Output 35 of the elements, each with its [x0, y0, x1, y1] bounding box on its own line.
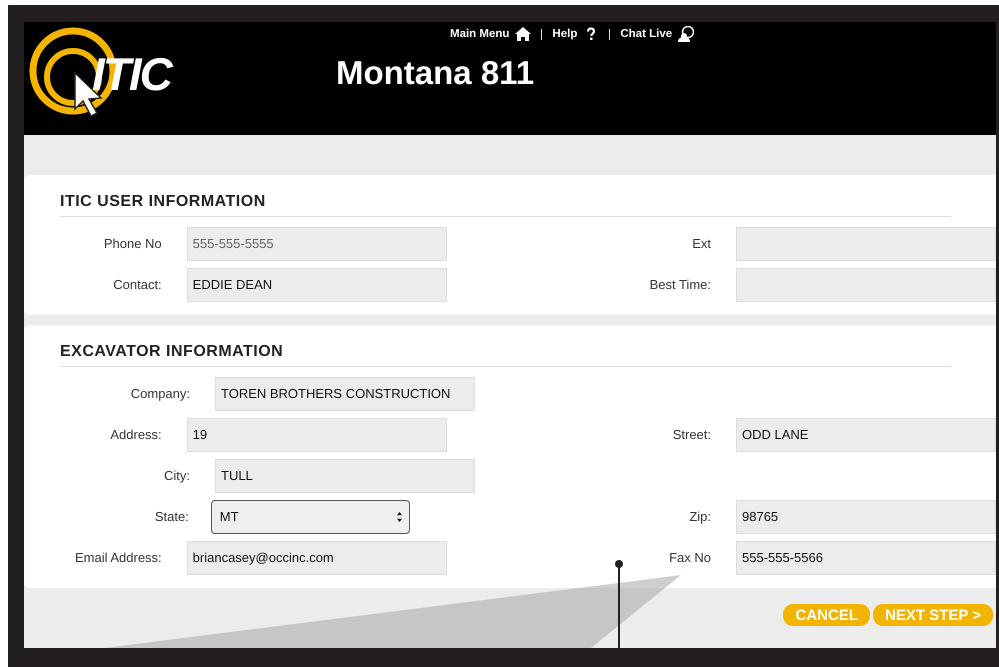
input-field[interactable]: ODD LANE: [736, 418, 996, 452]
input-field[interactable]: [736, 226, 996, 260]
field-label: Address:: [109, 427, 162, 442]
input-field[interactable]: 555-555-5566: [736, 540, 996, 574]
field-label: Fax No: [668, 550, 711, 565]
input-field[interactable]: [736, 268, 996, 302]
field-label: Street:: [672, 427, 711, 442]
field-label: Phone No: [102, 236, 162, 251]
field-label: Zip:: [688, 509, 711, 524]
nav-link[interactable]: Chat Live: [620, 28, 672, 40]
input-field[interactable]: TULL: [215, 458, 475, 492]
chat-icon: [678, 26, 694, 42]
field-label: Best Time:: [648, 277, 711, 292]
input-field[interactable]: 98765: [736, 500, 996, 534]
input-field[interactable]: EDDIE DEAN: [186, 268, 447, 302]
section-title: ITIC USER INFORMATION: [60, 193, 951, 217]
field-label: Contact:: [112, 277, 162, 292]
input-field[interactable]: briancasey@occinc.com: [186, 540, 447, 574]
state-dropdown[interactable]: MT: [210, 500, 410, 534]
input-field[interactable]: 19: [186, 418, 447, 452]
nav-divider: [609, 28, 610, 40]
nav-link[interactable]: Main Menu: [450, 28, 510, 40]
field-label: State:: [154, 509, 189, 524]
field-label: Email Address:: [74, 550, 162, 565]
nav-divider: [541, 28, 542, 40]
updown-arrow-icon: [396, 510, 403, 522]
section-title: EXCAVATOR INFORMATION: [60, 343, 951, 367]
field-label: City:: [163, 468, 190, 483]
home-icon: [515, 26, 532, 42]
page-title: Montana 811: [336, 54, 536, 92]
input-field[interactable]: 555-555-5555: [186, 226, 447, 260]
field-label: Ext: [691, 236, 711, 251]
field-label: Company:: [130, 386, 190, 401]
input-field[interactable]: TOREN BROTHERS CONSTRUCTION: [215, 376, 475, 410]
nav-link[interactable]: Help: [552, 28, 578, 40]
